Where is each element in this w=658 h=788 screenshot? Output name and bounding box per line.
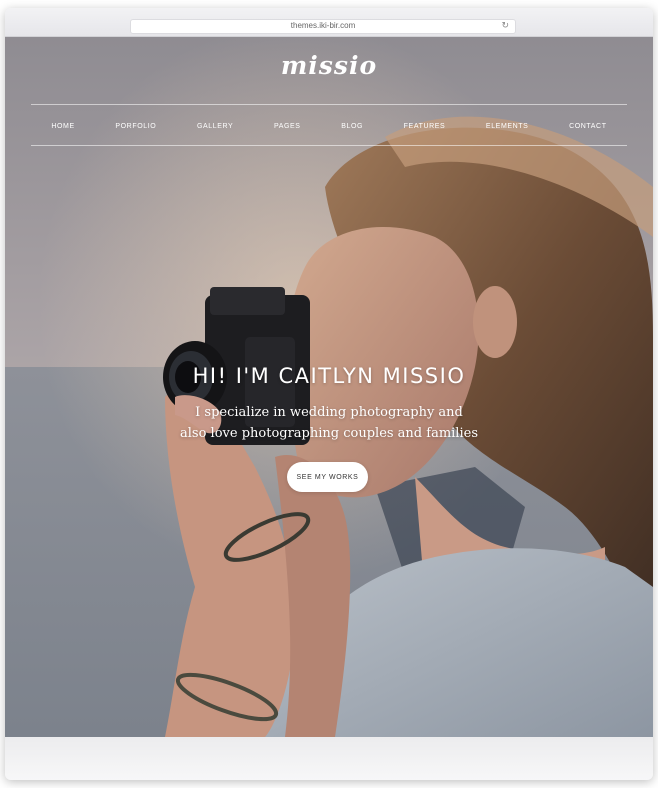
see-my-works-button[interactable]: SEE MY WORKS [287, 462, 368, 492]
nav-item-blog[interactable]: BLOG [341, 123, 363, 130]
hero-section: missio HOME PORFOLIO GALLERY PAGES BLOG … [5, 37, 653, 737]
address-bar[interactable]: themes.iki-bir.com ↻ [130, 19, 516, 34]
nav-divider-top [31, 104, 627, 105]
browser-toolbar: themes.iki-bir.com ↻ [5, 8, 653, 37]
main-nav: HOME PORFOLIO GALLERY PAGES BLOG FEATURE… [31, 119, 627, 133]
hero-subline-2: also love photographing couples and fami… [180, 426, 478, 441]
site-logo[interactable]: missio [5, 51, 653, 80]
address-bar-url: themes.iki-bir.com [290, 21, 356, 30]
nav-item-home[interactable]: HOME [51, 123, 74, 130]
hero-headline: HI! I'M CAITLYN MISSIO [192, 364, 466, 388]
nav-item-contact[interactable]: CONTACT [569, 123, 607, 130]
nav-item-porfolio[interactable]: PORFOLIO [115, 123, 156, 130]
nav-item-pages[interactable]: PAGES [274, 123, 301, 130]
hero-subline-1: I specialize in wedding photography and [195, 405, 463, 420]
page-bottom-strip [5, 737, 653, 780]
nav-item-elements[interactable]: ELEMENTS [486, 123, 529, 130]
nav-divider-bottom [31, 145, 627, 146]
nav-item-gallery[interactable]: GALLERY [197, 123, 233, 130]
nav-item-features[interactable]: FEATURES [404, 123, 446, 130]
reload-icon[interactable]: ↻ [501, 20, 509, 33]
browser-window: themes.iki-bir.com ↻ missio HOME PORFOLI… [5, 8, 653, 780]
